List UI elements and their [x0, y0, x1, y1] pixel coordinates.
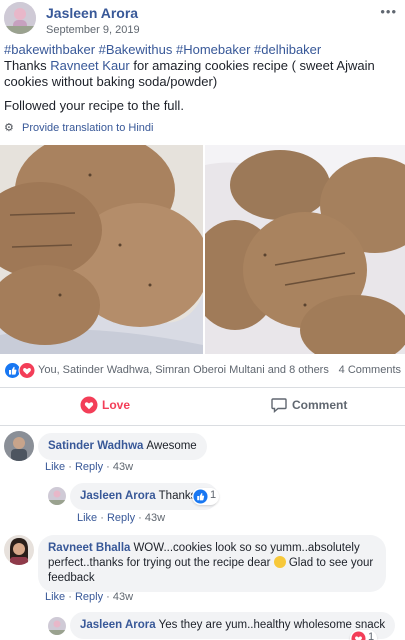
reply-reaction-count: 1 — [368, 631, 375, 640]
comments-count[interactable]: 4 Comments — [339, 364, 401, 376]
comment-text: Awesome — [146, 440, 197, 452]
comment-actions: Like · Reply · 43w — [45, 461, 133, 473]
comment-icon — [271, 398, 287, 414]
reply-avatar[interactable] — [48, 617, 66, 635]
reply-actions: Like · Reply · 43w — [77, 512, 165, 524]
translate-label: Provide translation to Hindi — [22, 122, 154, 134]
gear-icon: ⚙ — [4, 122, 14, 134]
reply-avatar[interactable] — [48, 487, 66, 505]
separator: · — [100, 512, 104, 524]
reply-reply-link[interactable]: Reply — [107, 512, 135, 524]
love-button[interactable]: Love — [80, 396, 130, 420]
post-text-followed: Followed your recipe to the full. — [4, 98, 184, 113]
separator: · — [106, 591, 110, 603]
reply-text: Yes they are yum..healthy wholesome snac… — [158, 619, 386, 631]
comment-reply-link[interactable]: Reply — [75, 461, 103, 473]
separator: · — [68, 461, 72, 473]
post-text: #bakewithbaker #Bakewithus #Homebaker #d… — [4, 42, 400, 90]
love-label: Love — [102, 398, 131, 412]
reply-text: Thanks — [158, 490, 197, 502]
reply-reaction-count: 1 — [210, 489, 217, 501]
photo-cookies-right[interactable] — [205, 145, 405, 354]
post-header: Jasleen Arora September 9, 2019 ••• — [0, 0, 405, 40]
smile-emoji-icon — [273, 556, 286, 568]
separator: · — [68, 591, 72, 603]
comment-like-link[interactable]: Like — [45, 461, 65, 473]
replier-name[interactable]: Jasleen Arora — [80, 619, 156, 631]
comment-like-link[interactable]: Like — [45, 591, 65, 603]
reactors-summary[interactable]: You, Satinder Wadhwa, Simran Oberoi Mult… — [38, 364, 329, 376]
author-avatar[interactable] — [4, 2, 36, 34]
love-icon — [80, 396, 98, 414]
comment-reply-link[interactable]: Reply — [75, 591, 103, 603]
reply-bubble: Jasleen Arora Yes they are yum..healthy w… — [70, 612, 396, 639]
comment-bubble: Ravneet Bhalla WOW...cookies look so so y… — [38, 535, 386, 592]
reactions-bar: You, Satinder Wadhwa, Simran Oberoi Mult… — [0, 359, 405, 383]
post-hashtags[interactable]: #bakewithbaker #Bakewithus #Homebaker #d… — [4, 42, 400, 58]
divider — [0, 387, 405, 388]
comment-button[interactable]: Comment — [270, 396, 347, 420]
replier-name[interactable]: Jasleen Arora — [80, 490, 156, 502]
translate-link[interactable]: ⚙ Provide translation to Hindi — [4, 121, 153, 134]
love-icon — [351, 631, 366, 640]
author-name[interactable]: Jasleen Arora — [46, 5, 138, 21]
comment-time[interactable]: 43w — [113, 461, 133, 473]
photo-cookies-left[interactable] — [0, 145, 203, 354]
divider — [0, 425, 405, 426]
commenter-name[interactable]: Ravneet Bhalla — [48, 542, 130, 554]
post-body: Thanks Ravneet Kaur for amazing cookies … — [4, 58, 400, 90]
reply-reaction-badge[interactable]: 1 — [192, 488, 220, 505]
commenter-avatar[interactable] — [4, 535, 34, 565]
comment-bubble: Satinder Wadhwa Awesome — [38, 433, 207, 460]
reaction-icons[interactable] — [4, 362, 36, 379]
reply-time[interactable]: 43w — [145, 512, 165, 524]
like-icon — [193, 489, 208, 504]
separator: · — [138, 512, 142, 524]
mention-link[interactable]: Ravneet Kaur — [50, 58, 130, 73]
comment-actions: Like · Reply · 43w — [45, 591, 133, 603]
reply-like-link[interactable]: Like — [77, 512, 97, 524]
comment-time[interactable]: 43w — [113, 591, 133, 603]
post-text-prefix: Thanks — [4, 58, 51, 73]
separator: · — [106, 461, 110, 473]
post-date[interactable]: September 9, 2019 — [46, 24, 140, 36]
comment-label: Comment — [292, 398, 348, 412]
commenter-avatar[interactable] — [4, 431, 34, 461]
more-options-icon[interactable]: ••• — [380, 4, 397, 19]
commenter-name[interactable]: Satinder Wadhwa — [48, 440, 143, 452]
reply-reaction-badge[interactable]: 1 — [350, 630, 378, 640]
